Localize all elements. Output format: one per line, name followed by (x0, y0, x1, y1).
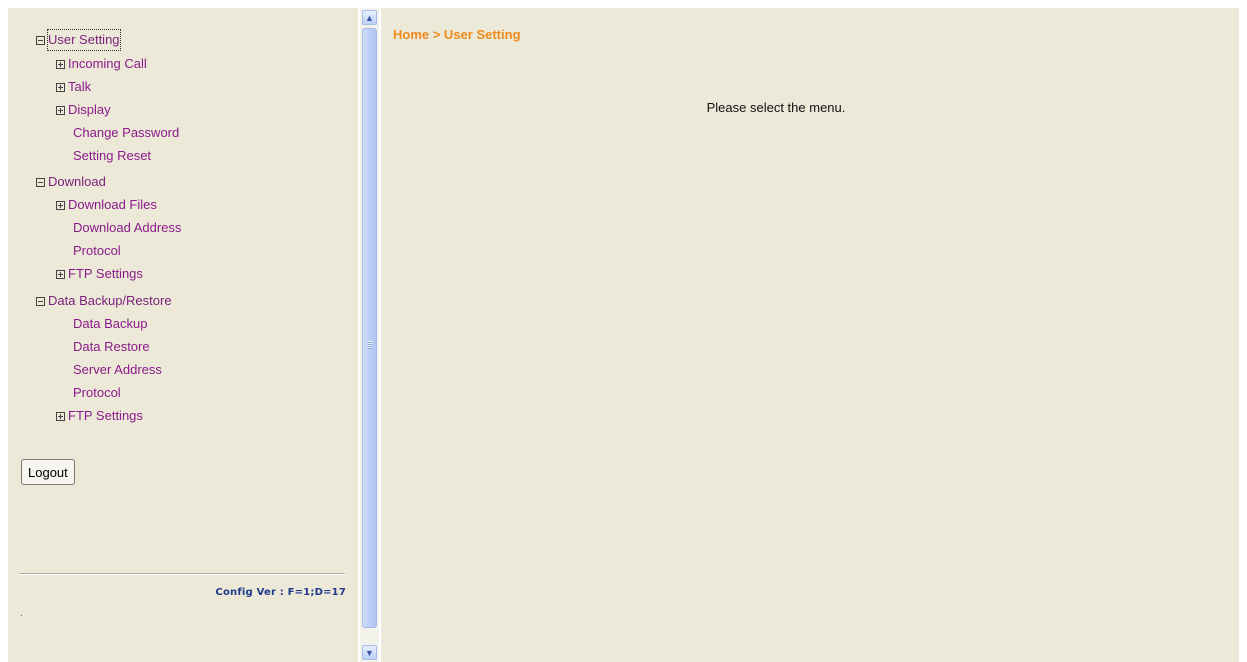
tree-item-label[interactable]: User Setting (47, 29, 121, 51)
tree-item[interactable]: Change Password (73, 123, 179, 143)
tree-item[interactable]: Protocol (73, 241, 121, 261)
expand-plus-icon[interactable] (56, 82, 65, 92)
expand-plus-icon[interactable] (56, 59, 65, 69)
config-version-text: Config Ver : F=1;D=17 (215, 587, 346, 598)
tree-item-label[interactable]: Data Restore (73, 337, 150, 357)
navigation-sidebar: User Setting Incoming Call Talk Display Chan… (8, 8, 358, 662)
expand-plus-icon[interactable] (56, 411, 65, 421)
select-menu-message: Please select the menu. (706, 100, 846, 115)
tree-item-label[interactable]: Server Address (73, 360, 162, 380)
tree-item[interactable]: Setting Reset (73, 146, 151, 166)
collapse-minus-icon[interactable] (36, 296, 45, 306)
vertical-scrollbar[interactable]: ▲ ▼ (360, 8, 379, 662)
collapse-minus-icon[interactable] (36, 177, 45, 187)
breadcrumb: Home > User Setting (393, 27, 521, 42)
tree-item[interactable]: FTP Settings (56, 406, 143, 426)
tree-item-label[interactable]: Download Files (68, 195, 157, 215)
scroll-down-arrow-icon[interactable]: ▼ (362, 645, 377, 660)
expand-plus-icon[interactable] (56, 269, 65, 279)
tree-item[interactable]: User Setting (36, 29, 121, 51)
tree-item-label[interactable]: Download (48, 172, 106, 192)
expand-plus-icon[interactable] (56, 105, 65, 115)
scroll-up-arrow-icon[interactable]: ▲ (362, 10, 377, 25)
main-content: Home > User Setting Please select the me… (381, 8, 1239, 662)
tree-item-label[interactable]: Protocol (73, 241, 121, 261)
tree-item-label[interactable]: Talk (68, 77, 91, 97)
scrollbar-grip-icon (368, 341, 373, 349)
tree-item-label[interactable]: Change Password (73, 123, 179, 143)
tree-item-label[interactable]: Incoming Call (68, 54, 147, 74)
tree-item-label[interactable]: Download Address (73, 218, 181, 238)
tree-item[interactable]: Data Backup (73, 314, 147, 334)
tree-item[interactable]: Incoming Call (56, 54, 147, 74)
tree-item[interactable]: Download Address (73, 218, 181, 238)
tree-item-label[interactable]: Data Backup/Restore (48, 291, 172, 311)
tree-item[interactable]: Data Restore (73, 337, 150, 357)
tree-item[interactable]: Data Backup/Restore (36, 291, 172, 311)
tree-item-label[interactable]: Data Backup (73, 314, 147, 334)
tree-item[interactable]: Protocol (73, 383, 121, 403)
tree-item[interactable]: FTP Settings (56, 264, 143, 284)
tree-item-label[interactable]: Display (68, 100, 111, 120)
logout-button[interactable]: Logout (21, 459, 75, 485)
tree-item[interactable]: Server Address (73, 360, 162, 380)
expand-plus-icon[interactable] (56, 200, 65, 210)
tree-item-label[interactable]: Setting Reset (73, 146, 151, 166)
tree-item-label[interactable]: FTP Settings (68, 264, 143, 284)
tree-item[interactable]: Talk (56, 77, 91, 97)
scrollbar-thumb[interactable] (362, 28, 377, 628)
tree-item[interactable]: Display (56, 100, 111, 120)
tree-item[interactable]: Download (36, 172, 106, 192)
sidebar-divider (19, 573, 345, 575)
tree-item[interactable]: Download Files (56, 195, 157, 215)
footer-dot: . (20, 608, 23, 619)
tree-item-label[interactable]: Protocol (73, 383, 121, 403)
tree-item-label[interactable]: FTP Settings (68, 406, 143, 426)
collapse-minus-icon[interactable] (36, 35, 45, 45)
